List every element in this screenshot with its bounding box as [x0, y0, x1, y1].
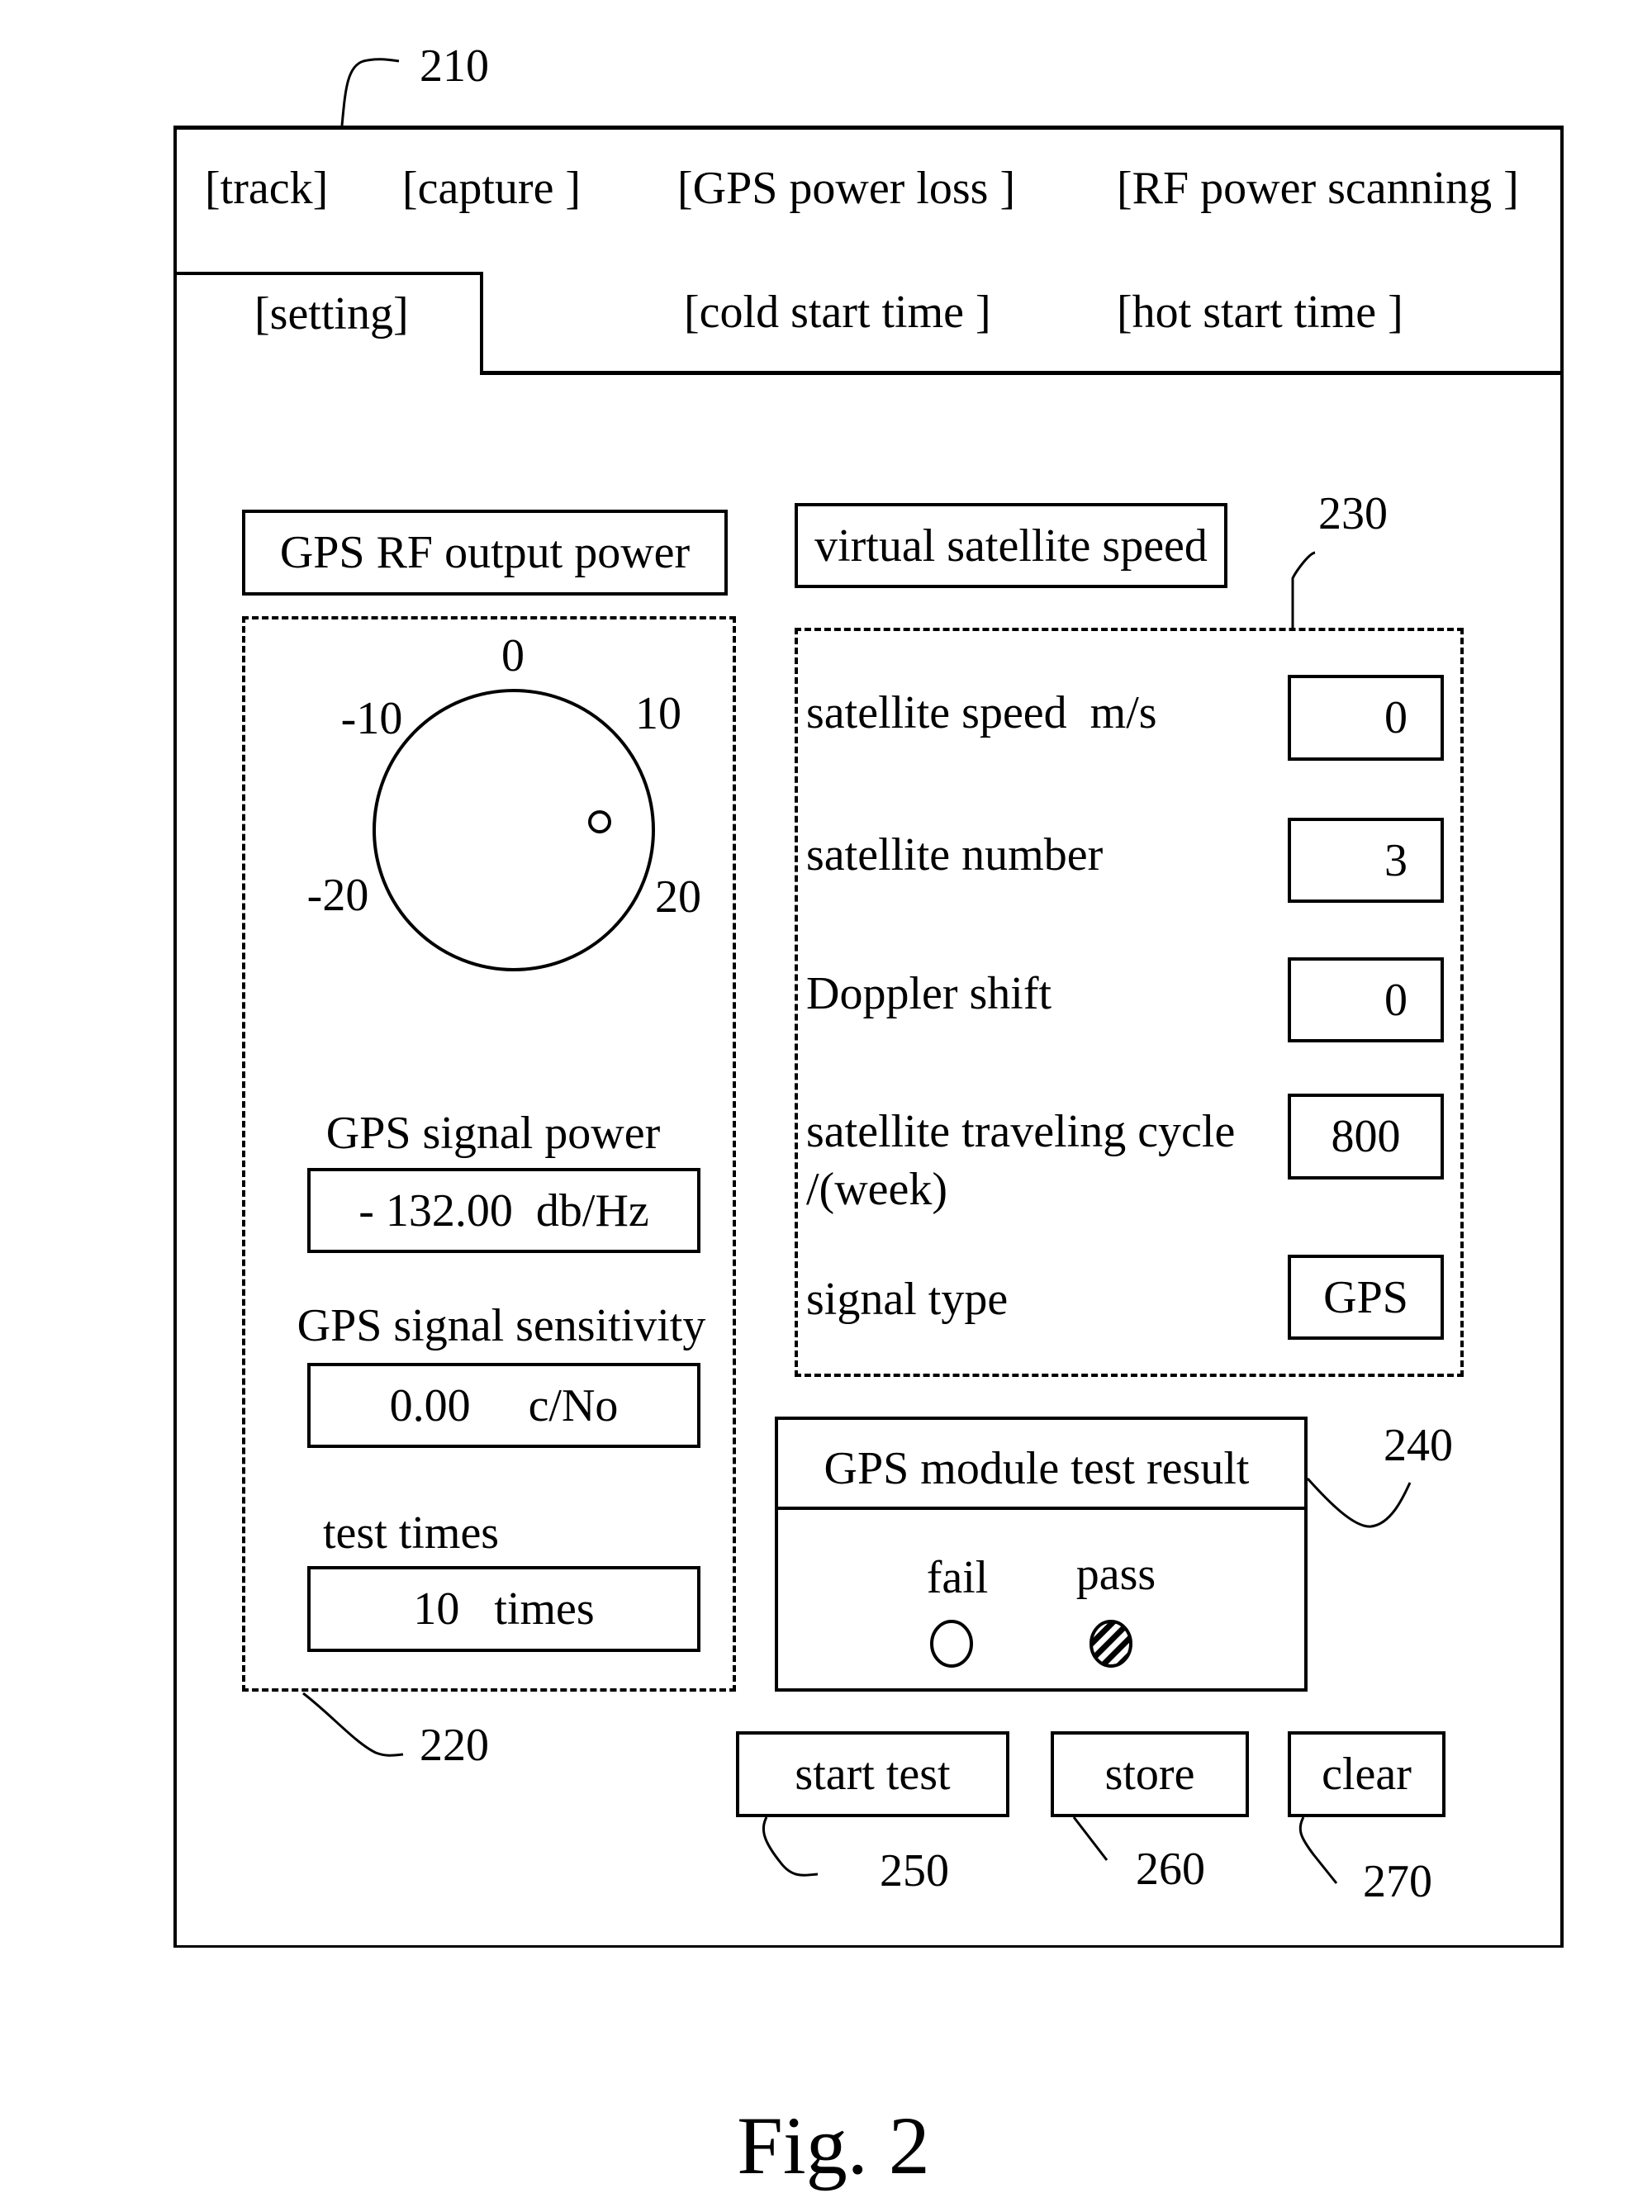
dial-tick-minus-10: -10: [340, 693, 403, 744]
setting-tab-top-border: [173, 272, 483, 275]
setting-tab-right-border: [480, 272, 483, 374]
figure-caption: Fig. 2: [737, 2100, 930, 2191]
fail-label: fail: [926, 1552, 989, 1603]
satellite-number-field[interactable]: 3: [1288, 818, 1444, 903]
tab-bar-bottom-border: [480, 371, 1564, 375]
tab-hot-start-time[interactable]: [hot start time ]: [1117, 289, 1403, 335]
tab-setting[interactable]: [setting]: [254, 291, 409, 337]
tab-cold-start-time[interactable]: [cold start time ]: [684, 289, 991, 335]
test-result-divider: [775, 1507, 1308, 1510]
signal-sensitivity-label: GPS signal sensitivity: [297, 1300, 706, 1351]
signal-power-label: GPS signal power: [325, 1108, 661, 1159]
store-button[interactable]: store: [1051, 1731, 1249, 1817]
pass-label: pass: [1075, 1549, 1156, 1600]
dial-tick-minus-20: -20: [306, 870, 369, 921]
test-times-field[interactable]: 10 times: [307, 1566, 700, 1652]
rf-output-power-title: GPS RF output power: [242, 510, 728, 596]
tab-capture[interactable]: [capture ]: [402, 165, 581, 211]
test-times-label: test times: [323, 1507, 500, 1559]
signal-type-label: signal type: [806, 1274, 1009, 1325]
tab-track[interactable]: [track]: [205, 165, 328, 211]
start-test-button[interactable]: start test: [736, 1731, 1009, 1817]
satellite-speed-label: satellite speed m/s: [806, 687, 1157, 738]
traveling-cycle-unit-label: /(week): [806, 1164, 948, 1215]
clear-button[interactable]: clear: [1288, 1731, 1446, 1817]
satellite-speed-field[interactable]: 0: [1288, 675, 1444, 761]
leader-210: [340, 58, 400, 126]
doppler-shift-field[interactable]: 0: [1288, 957, 1444, 1042]
satellite-number-label: satellite number: [806, 829, 1104, 881]
signal-type-field[interactable]: GPS: [1288, 1255, 1444, 1340]
ref-label-210: 210: [420, 40, 489, 92]
signal-power-field[interactable]: - 132.00 db/Hz: [307, 1168, 700, 1253]
dial-tick-20: 20: [655, 871, 701, 923]
signal-sensitivity-field[interactable]: 0.00 c/No: [307, 1363, 700, 1448]
dial-tick-10: 10: [635, 688, 681, 739]
test-result-title: GPS module test result: [824, 1443, 1250, 1494]
doppler-shift-label: Doppler shift: [806, 968, 1052, 1019]
traveling-cycle-field[interactable]: 800: [1288, 1094, 1444, 1180]
tab-rf-power-scanning[interactable]: [RF power scanning ]: [1117, 165, 1519, 211]
dial-tick-0: 0: [501, 630, 525, 681]
traveling-cycle-label: satellite traveling cycle: [806, 1106, 1236, 1157]
virtual-satellite-speed-title: virtual satellite speed: [795, 503, 1227, 588]
tab-gps-power-loss[interactable]: [GPS power loss ]: [677, 165, 1015, 211]
